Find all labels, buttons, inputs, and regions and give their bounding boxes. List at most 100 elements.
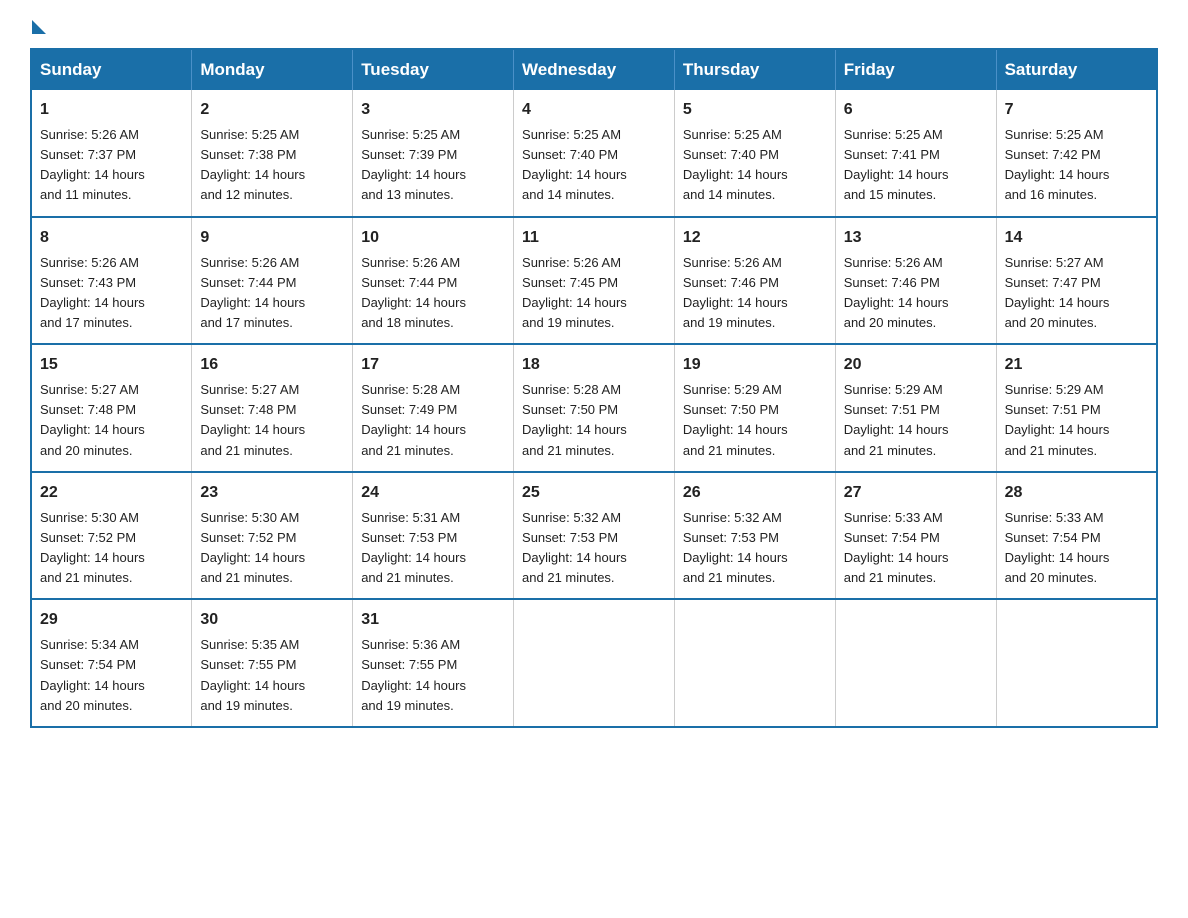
- day-number: 27: [844, 481, 988, 505]
- day-info: Sunrise: 5:26 AMSunset: 7:46 PMDaylight:…: [844, 255, 949, 330]
- weekday-header-tuesday: Tuesday: [353, 49, 514, 90]
- day-number: 6: [844, 98, 988, 122]
- logo-arrow-icon: [32, 20, 46, 34]
- day-info: Sunrise: 5:25 AMSunset: 7:42 PMDaylight:…: [1005, 127, 1110, 202]
- day-info: Sunrise: 5:36 AMSunset: 7:55 PMDaylight:…: [361, 637, 466, 712]
- calendar-cell: 23 Sunrise: 5:30 AMSunset: 7:52 PMDaylig…: [192, 472, 353, 600]
- day-info: Sunrise: 5:27 AMSunset: 7:47 PMDaylight:…: [1005, 255, 1110, 330]
- day-number: 11: [522, 226, 666, 250]
- weekday-header-wednesday: Wednesday: [514, 49, 675, 90]
- day-number: 25: [522, 481, 666, 505]
- day-info: Sunrise: 5:26 AMSunset: 7:45 PMDaylight:…: [522, 255, 627, 330]
- day-number: 2: [200, 98, 344, 122]
- calendar-cell: 25 Sunrise: 5:32 AMSunset: 7:53 PMDaylig…: [514, 472, 675, 600]
- calendar-cell: [835, 599, 996, 727]
- calendar-cell: 1 Sunrise: 5:26 AMSunset: 7:37 PMDayligh…: [31, 90, 192, 217]
- day-info: Sunrise: 5:34 AMSunset: 7:54 PMDaylight:…: [40, 637, 145, 712]
- calendar-cell: 27 Sunrise: 5:33 AMSunset: 7:54 PMDaylig…: [835, 472, 996, 600]
- day-info: Sunrise: 5:26 AMSunset: 7:44 PMDaylight:…: [361, 255, 466, 330]
- day-number: 5: [683, 98, 827, 122]
- day-number: 16: [200, 353, 344, 377]
- calendar-week-row: 1 Sunrise: 5:26 AMSunset: 7:37 PMDayligh…: [31, 90, 1157, 217]
- day-info: Sunrise: 5:33 AMSunset: 7:54 PMDaylight:…: [844, 510, 949, 585]
- day-info: Sunrise: 5:28 AMSunset: 7:50 PMDaylight:…: [522, 382, 627, 457]
- calendar-cell: 12 Sunrise: 5:26 AMSunset: 7:46 PMDaylig…: [674, 217, 835, 345]
- day-info: Sunrise: 5:29 AMSunset: 7:51 PMDaylight:…: [844, 382, 949, 457]
- day-number: 9: [200, 226, 344, 250]
- calendar-cell: [996, 599, 1157, 727]
- day-info: Sunrise: 5:28 AMSunset: 7:49 PMDaylight:…: [361, 382, 466, 457]
- calendar-cell: 8 Sunrise: 5:26 AMSunset: 7:43 PMDayligh…: [31, 217, 192, 345]
- calendar-header: SundayMondayTuesdayWednesdayThursdayFrid…: [31, 49, 1157, 90]
- calendar-cell: [674, 599, 835, 727]
- weekday-header-friday: Friday: [835, 49, 996, 90]
- day-number: 26: [683, 481, 827, 505]
- calendar-week-row: 15 Sunrise: 5:27 AMSunset: 7:48 PMDaylig…: [31, 344, 1157, 472]
- day-number: 8: [40, 226, 183, 250]
- day-info: Sunrise: 5:26 AMSunset: 7:46 PMDaylight:…: [683, 255, 788, 330]
- day-number: 12: [683, 226, 827, 250]
- calendar-cell: [514, 599, 675, 727]
- day-number: 4: [522, 98, 666, 122]
- day-number: 15: [40, 353, 183, 377]
- calendar-cell: 19 Sunrise: 5:29 AMSunset: 7:50 PMDaylig…: [674, 344, 835, 472]
- day-info: Sunrise: 5:26 AMSunset: 7:37 PMDaylight:…: [40, 127, 145, 202]
- calendar-cell: 13 Sunrise: 5:26 AMSunset: 7:46 PMDaylig…: [835, 217, 996, 345]
- day-info: Sunrise: 5:27 AMSunset: 7:48 PMDaylight:…: [40, 382, 145, 457]
- day-number: 19: [683, 353, 827, 377]
- calendar-week-row: 29 Sunrise: 5:34 AMSunset: 7:54 PMDaylig…: [31, 599, 1157, 727]
- calendar-cell: 17 Sunrise: 5:28 AMSunset: 7:49 PMDaylig…: [353, 344, 514, 472]
- page-header: [30, 20, 1158, 38]
- calendar-cell: 2 Sunrise: 5:25 AMSunset: 7:38 PMDayligh…: [192, 90, 353, 217]
- day-info: Sunrise: 5:25 AMSunset: 7:39 PMDaylight:…: [361, 127, 466, 202]
- calendar-cell: 14 Sunrise: 5:27 AMSunset: 7:47 PMDaylig…: [996, 217, 1157, 345]
- day-info: Sunrise: 5:25 AMSunset: 7:41 PMDaylight:…: [844, 127, 949, 202]
- calendar-cell: 7 Sunrise: 5:25 AMSunset: 7:42 PMDayligh…: [996, 90, 1157, 217]
- calendar-cell: 3 Sunrise: 5:25 AMSunset: 7:39 PMDayligh…: [353, 90, 514, 217]
- calendar-week-row: 22 Sunrise: 5:30 AMSunset: 7:52 PMDaylig…: [31, 472, 1157, 600]
- calendar-cell: 24 Sunrise: 5:31 AMSunset: 7:53 PMDaylig…: [353, 472, 514, 600]
- day-info: Sunrise: 5:25 AMSunset: 7:38 PMDaylight:…: [200, 127, 305, 202]
- day-info: Sunrise: 5:26 AMSunset: 7:43 PMDaylight:…: [40, 255, 145, 330]
- calendar-cell: 20 Sunrise: 5:29 AMSunset: 7:51 PMDaylig…: [835, 344, 996, 472]
- day-info: Sunrise: 5:29 AMSunset: 7:51 PMDaylight:…: [1005, 382, 1110, 457]
- day-info: Sunrise: 5:25 AMSunset: 7:40 PMDaylight:…: [683, 127, 788, 202]
- calendar-cell: 18 Sunrise: 5:28 AMSunset: 7:50 PMDaylig…: [514, 344, 675, 472]
- day-number: 21: [1005, 353, 1148, 377]
- day-info: Sunrise: 5:29 AMSunset: 7:50 PMDaylight:…: [683, 382, 788, 457]
- calendar-cell: 5 Sunrise: 5:25 AMSunset: 7:40 PMDayligh…: [674, 90, 835, 217]
- day-number: 3: [361, 98, 505, 122]
- day-info: Sunrise: 5:35 AMSunset: 7:55 PMDaylight:…: [200, 637, 305, 712]
- day-info: Sunrise: 5:31 AMSunset: 7:53 PMDaylight:…: [361, 510, 466, 585]
- day-number: 30: [200, 608, 344, 632]
- day-info: Sunrise: 5:27 AMSunset: 7:48 PMDaylight:…: [200, 382, 305, 457]
- day-info: Sunrise: 5:30 AMSunset: 7:52 PMDaylight:…: [40, 510, 145, 585]
- calendar-body: 1 Sunrise: 5:26 AMSunset: 7:37 PMDayligh…: [31, 90, 1157, 727]
- calendar-cell: 10 Sunrise: 5:26 AMSunset: 7:44 PMDaylig…: [353, 217, 514, 345]
- calendar-cell: 16 Sunrise: 5:27 AMSunset: 7:48 PMDaylig…: [192, 344, 353, 472]
- day-number: 29: [40, 608, 183, 632]
- day-number: 1: [40, 98, 183, 122]
- calendar-cell: 15 Sunrise: 5:27 AMSunset: 7:48 PMDaylig…: [31, 344, 192, 472]
- calendar-table: SundayMondayTuesdayWednesdayThursdayFrid…: [30, 48, 1158, 728]
- logo: [30, 20, 46, 38]
- calendar-cell: 31 Sunrise: 5:36 AMSunset: 7:55 PMDaylig…: [353, 599, 514, 727]
- day-number: 20: [844, 353, 988, 377]
- day-number: 23: [200, 481, 344, 505]
- day-info: Sunrise: 5:32 AMSunset: 7:53 PMDaylight:…: [522, 510, 627, 585]
- calendar-cell: 9 Sunrise: 5:26 AMSunset: 7:44 PMDayligh…: [192, 217, 353, 345]
- day-number: 28: [1005, 481, 1148, 505]
- calendar-cell: 21 Sunrise: 5:29 AMSunset: 7:51 PMDaylig…: [996, 344, 1157, 472]
- weekday-header-row: SundayMondayTuesdayWednesdayThursdayFrid…: [31, 49, 1157, 90]
- day-number: 18: [522, 353, 666, 377]
- day-info: Sunrise: 5:33 AMSunset: 7:54 PMDaylight:…: [1005, 510, 1110, 585]
- calendar-cell: 29 Sunrise: 5:34 AMSunset: 7:54 PMDaylig…: [31, 599, 192, 727]
- day-info: Sunrise: 5:32 AMSunset: 7:53 PMDaylight:…: [683, 510, 788, 585]
- calendar-cell: 22 Sunrise: 5:30 AMSunset: 7:52 PMDaylig…: [31, 472, 192, 600]
- calendar-cell: 28 Sunrise: 5:33 AMSunset: 7:54 PMDaylig…: [996, 472, 1157, 600]
- weekday-header-sunday: Sunday: [31, 49, 192, 90]
- calendar-cell: 6 Sunrise: 5:25 AMSunset: 7:41 PMDayligh…: [835, 90, 996, 217]
- day-number: 22: [40, 481, 183, 505]
- day-number: 24: [361, 481, 505, 505]
- day-number: 13: [844, 226, 988, 250]
